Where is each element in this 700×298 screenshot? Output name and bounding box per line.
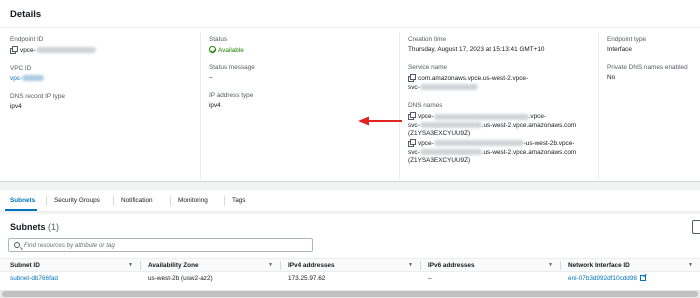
redacted-text	[419, 148, 482, 155]
column-divider	[399, 32, 400, 180]
service-name-line1: com.amazonaws.vpce.us-west-2.vpce-	[418, 75, 529, 82]
dns-name-1-part: .us-west-2.vpce.amazonaws.com	[481, 121, 577, 129]
sort-icon[interactable]: ▼	[688, 262, 693, 268]
tab-security-groups[interactable]: Security Groups	[54, 197, 100, 204]
column-header-ipv4[interactable]: IPv4 addresses	[288, 262, 335, 269]
tab-monitoring[interactable]: Monitoring	[178, 197, 208, 204]
copy-icon[interactable]	[408, 74, 416, 82]
details-title: Details	[0, 0, 700, 28]
column-divider	[420, 261, 421, 270]
details-column-4: Endpoint type Interface Private DNS name…	[607, 36, 700, 92]
redacted-text	[433, 113, 529, 120]
settings-button[interactable]	[692, 220, 700, 234]
network-interface-id: eni-07b3d992df10cdd98	[568, 275, 637, 282]
creation-time-label: Creation time	[408, 36, 447, 43]
private-dns-value: No	[607, 74, 616, 81]
availability-zone-cell: us-west-2b (usw2-az2)	[148, 275, 213, 282]
tab-divider	[113, 196, 114, 206]
dns-record-ip-type-value: ipv4	[10, 103, 22, 110]
dns-names-label: DNS names	[408, 102, 443, 110]
ip-address-type-label: IP address type	[209, 92, 254, 99]
dns-name-1-part: svc-	[408, 121, 420, 129]
redacted-text	[22, 75, 45, 82]
details-column-1: Endpoint ID vpce- VPC ID vpc- DNS record…	[10, 36, 200, 121]
search-input[interactable]	[24, 241, 309, 250]
tab-tags[interactable]: Tags	[232, 197, 246, 204]
search-icon	[14, 242, 20, 248]
table-header: Subnet ID ▼ Availability Zone ▼ IPv4 add…	[0, 258, 700, 272]
ipv4-cell: 173.25.97.62	[288, 275, 326, 282]
dns-name-2-part: .us-west-2.vpce.amazonaws.com	[481, 148, 577, 156]
tab-notification[interactable]: Notification	[121, 197, 153, 204]
ip-address-type-value: ipv4	[209, 102, 221, 109]
private-dns-label: Private DNS names enabled	[607, 64, 688, 71]
red-arrow-annotation	[358, 116, 402, 126]
sort-icon[interactable]: ▼	[548, 262, 553, 268]
vpc-id-link[interactable]: vpc-	[10, 75, 22, 82]
details-column-2: Status Available Status message – IP add…	[209, 36, 394, 120]
column-header-subnet-id[interactable]: Subnet ID	[10, 262, 40, 269]
column-header-network-interface-id[interactable]: Network Interface ID	[568, 262, 630, 269]
tab-subnets[interactable]: Subnets	[10, 197, 35, 204]
details-panel: Details Endpoint ID vpce- VPC ID vpc- DN…	[0, 0, 700, 182]
subnets-count: (1)	[48, 222, 60, 232]
active-tab-indicator	[5, 209, 37, 211]
redacted-text	[433, 140, 524, 147]
subnets-panel: Subnets (1) Subnet ID ▼ Availability Zon…	[0, 214, 700, 298]
dns-name-1-zone: (Z1YSA3EXCYUU9Z)	[408, 130, 471, 138]
dns-name-2-part: vpce-	[418, 139, 434, 147]
check-circle-icon	[209, 46, 216, 53]
ipv6-cell: –	[428, 275, 432, 282]
column-divider	[560, 261, 561, 270]
column-header-ipv6[interactable]: IPv6 addresses	[428, 262, 475, 269]
redacted-text	[35, 47, 96, 54]
sort-icon[interactable]: ▼	[268, 262, 273, 268]
tab-divider	[170, 196, 171, 206]
dns-name-2-part: svc-	[408, 148, 420, 156]
dns-name-2-part: -us-west-2b.vpce-	[523, 139, 575, 147]
tabs-bar: Subnets Security Groups Notification Mon…	[0, 190, 700, 212]
status-value: Available	[218, 47, 244, 54]
service-name-label: Service name	[408, 64, 448, 71]
subnet-id-link[interactable]: subnet-db766fad	[10, 275, 58, 282]
redacted-text	[419, 83, 478, 90]
column-divider	[140, 261, 141, 270]
tab-divider	[224, 196, 225, 206]
subnets-title: Subnets	[10, 222, 46, 232]
dns-name-2-zone: (Z1YSA3EXCYUU9Z)	[408, 157, 471, 165]
subnets-heading: Subnets (1)	[10, 222, 59, 232]
endpoint-id-label: Endpoint ID	[10, 36, 44, 43]
scrollbar-thumb[interactable]	[2, 291, 698, 297]
status-label: Status	[209, 36, 228, 43]
vpc-id-label: VPC ID	[10, 65, 32, 72]
dns-name-1-part: vpce-	[418, 113, 434, 121]
service-name-line2: svc-	[408, 83, 420, 91]
copy-icon[interactable]	[408, 112, 416, 121]
status-message-label: Status message	[209, 64, 255, 71]
dns-record-ip-type-label: DNS record IP type	[10, 93, 65, 100]
external-link-icon	[639, 275, 646, 281]
details-column-3: Creation time Thursday, August 17, 2023 …	[408, 36, 598, 176]
redacted-text	[419, 122, 482, 129]
copy-icon[interactable]	[10, 46, 18, 54]
endpoint-type-label: Endpoint type	[607, 36, 647, 43]
creation-time-value: Thursday, August 17, 2023 at 15:13:41 GM…	[408, 46, 545, 53]
sort-icon[interactable]: ▼	[408, 262, 413, 268]
endpoint-type-value: Interface	[607, 46, 632, 53]
status-message-value: –	[209, 74, 213, 81]
network-interface-link[interactable]: eni-07b3d992df10cdd98	[568, 275, 646, 282]
table-row: subnet-db766fad us-west-2b (usw2-az2) 17…	[0, 272, 700, 286]
column-divider	[598, 32, 599, 180]
dns-name-1-part: .vpce-	[528, 113, 547, 121]
column-header-availability-zone[interactable]: Availability Zone	[148, 262, 199, 269]
endpoint-id-value: vpce-	[20, 47, 36, 54]
column-divider	[200, 32, 201, 180]
column-divider	[280, 261, 281, 270]
sort-icon[interactable]: ▼	[128, 262, 133, 268]
horizontal-scrollbar[interactable]	[0, 290, 700, 298]
tab-divider	[46, 196, 47, 206]
copy-icon[interactable]	[408, 138, 416, 147]
search-box[interactable]	[8, 238, 313, 252]
